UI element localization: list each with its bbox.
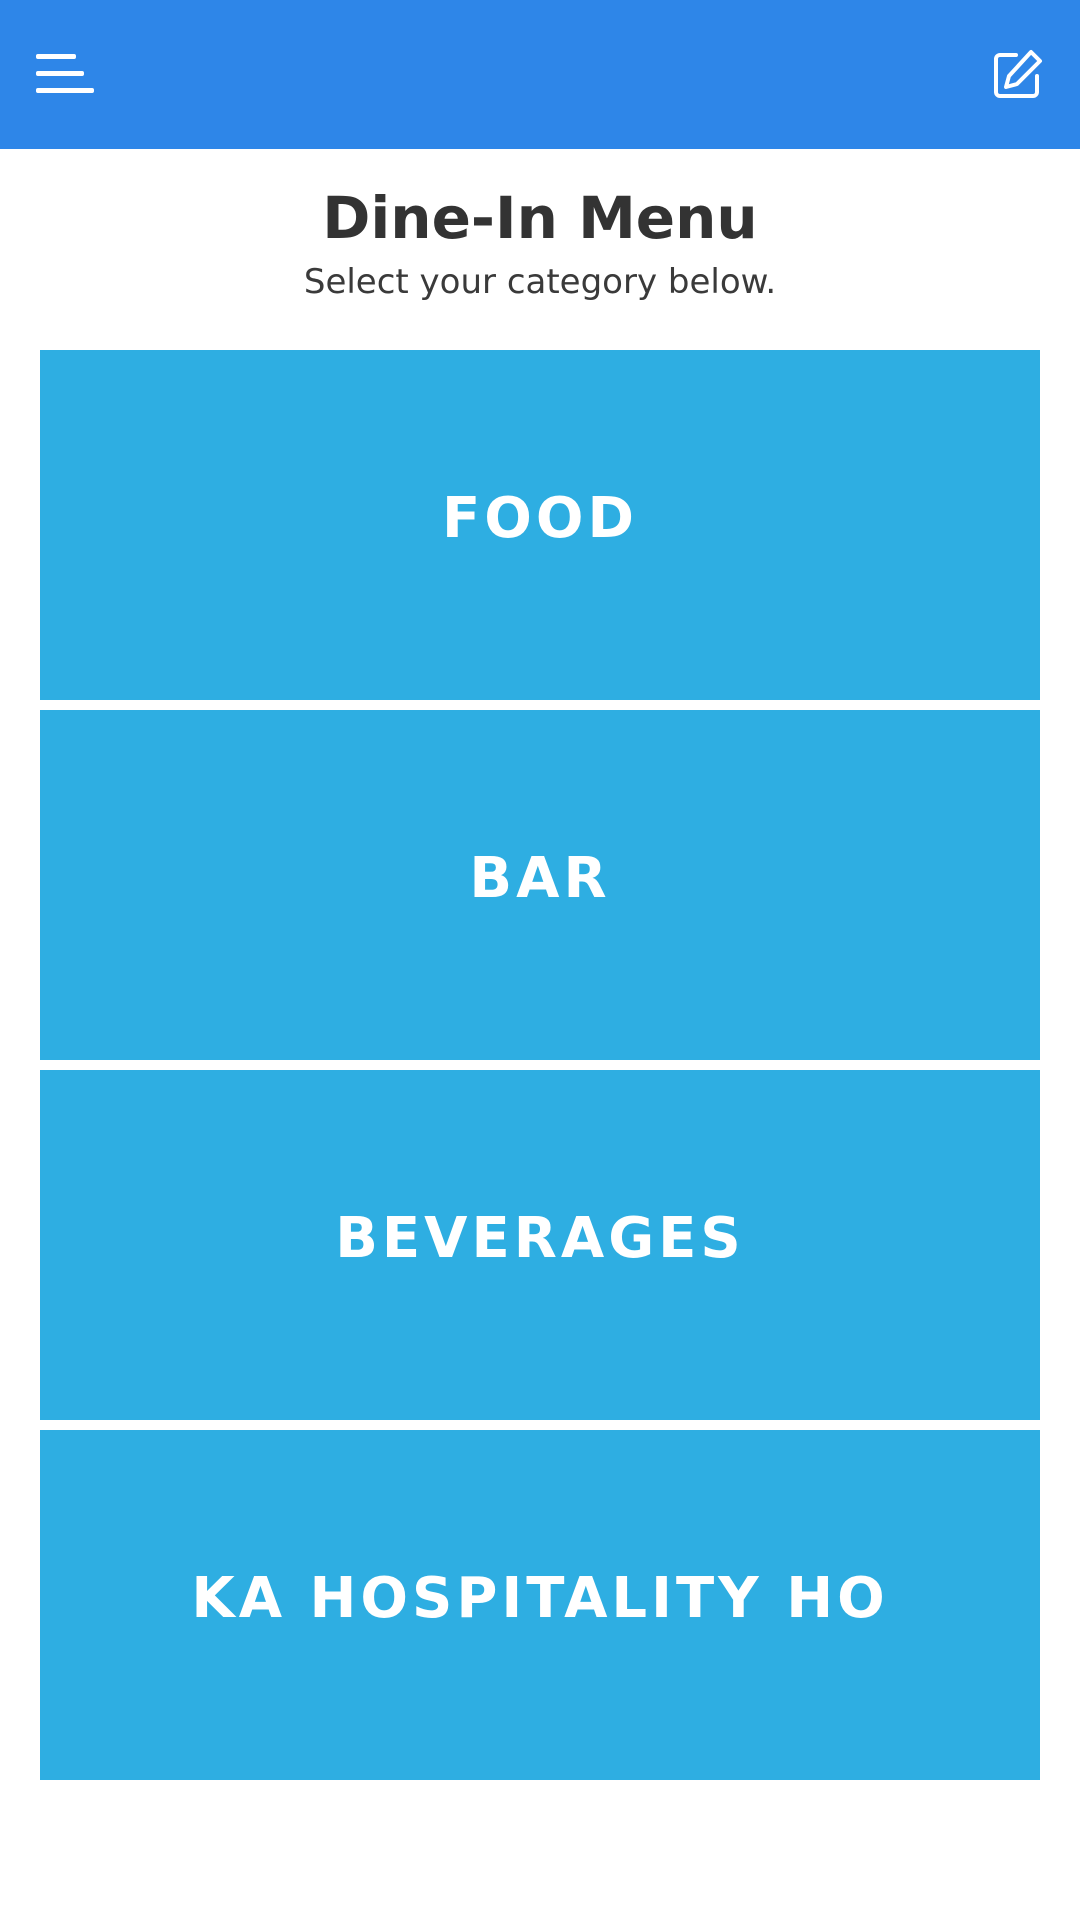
category-tile-beverages[interactable]: BEVERAGES — [40, 1070, 1040, 1420]
category-list: FOOD BAR BEVERAGES KA HOSPITALITY HO — [40, 350, 1040, 1790]
edit-button[interactable] — [992, 48, 1044, 100]
category-tile-food[interactable]: FOOD — [40, 350, 1040, 700]
hamburger-menu-icon — [36, 54, 94, 93]
category-label: BEVERAGES — [335, 1205, 745, 1271]
category-tile-bar[interactable]: BAR — [40, 710, 1040, 1060]
page-subtitle: Select your category below. — [303, 262, 777, 302]
page-title: Dine-In Menu — [322, 184, 758, 252]
category-tile-ka-hospitality[interactable]: KA HOSPITALITY HO — [40, 1430, 1040, 1780]
menu-button[interactable] — [36, 50, 100, 98]
category-label: FOOD — [442, 485, 638, 551]
edit-pencil-icon — [994, 50, 1042, 98]
app-header — [0, 0, 1080, 149]
category-label: BAR — [469, 845, 611, 911]
category-label: KA HOSPITALITY HO — [191, 1565, 889, 1631]
